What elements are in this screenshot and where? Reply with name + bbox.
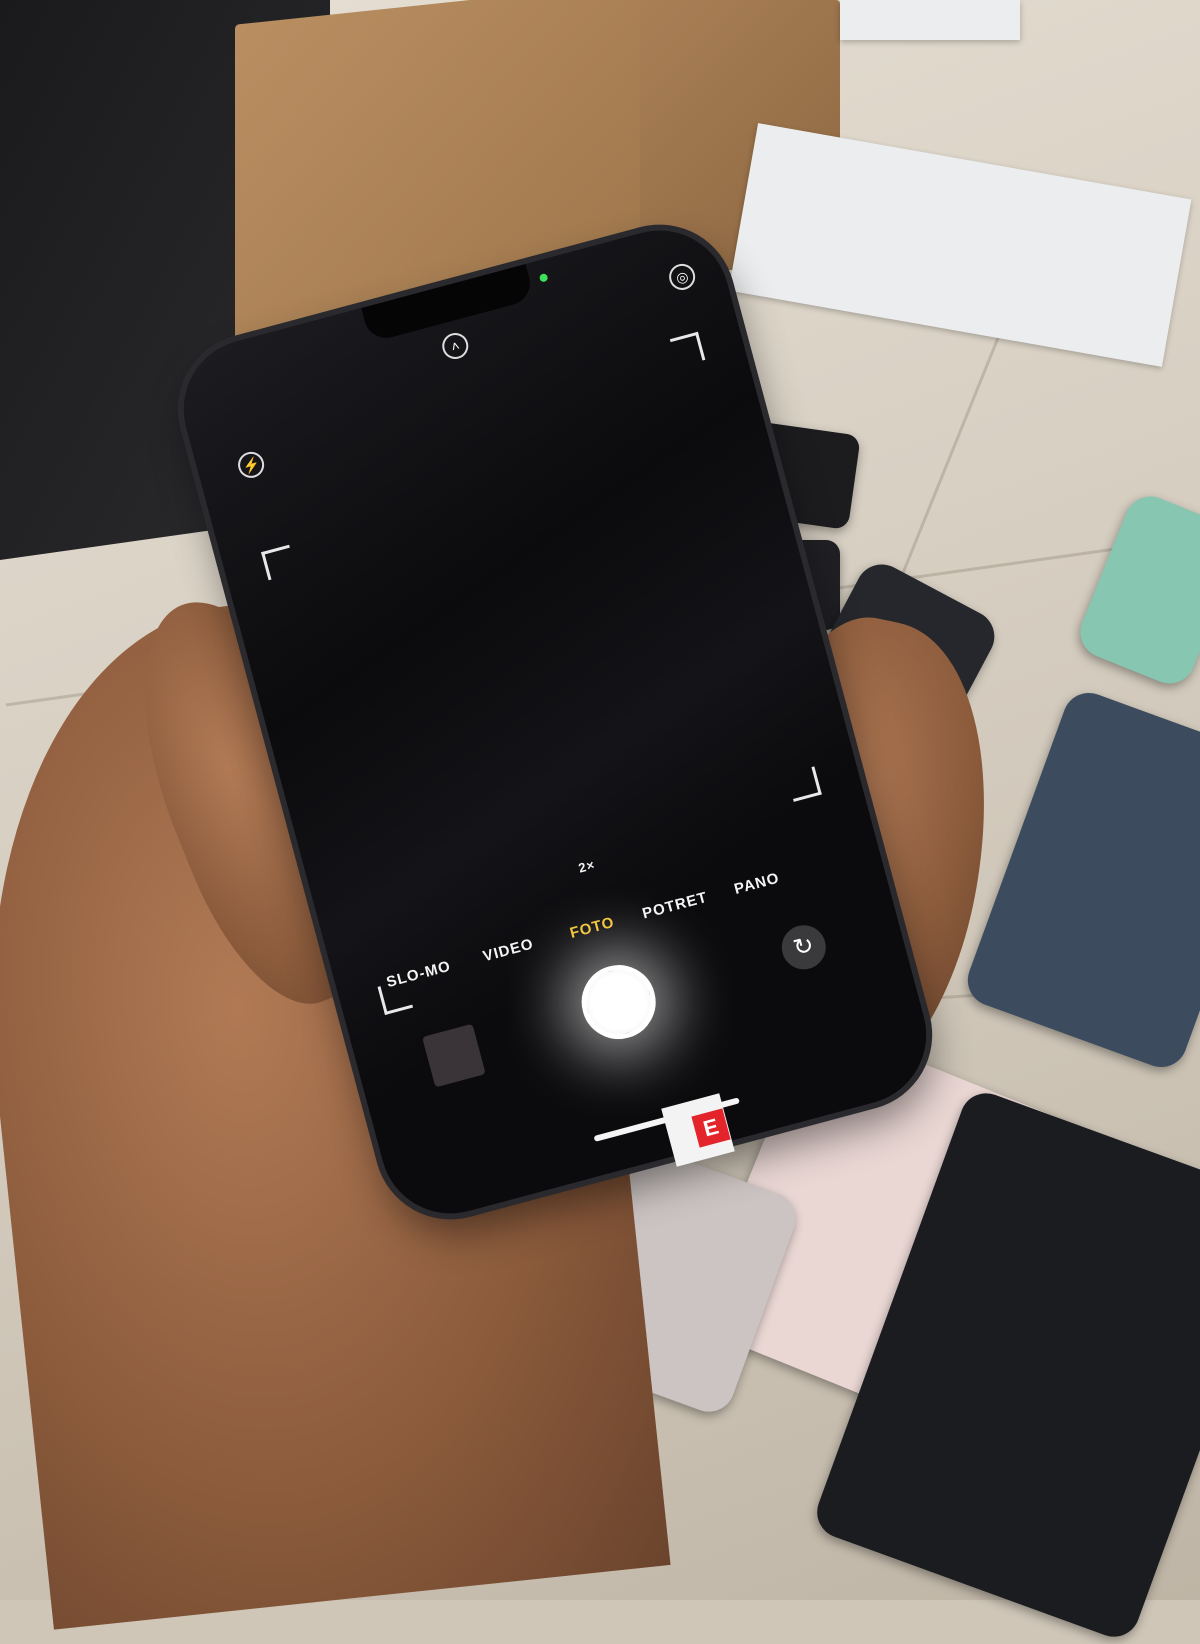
paper-sheet [840,0,1020,40]
